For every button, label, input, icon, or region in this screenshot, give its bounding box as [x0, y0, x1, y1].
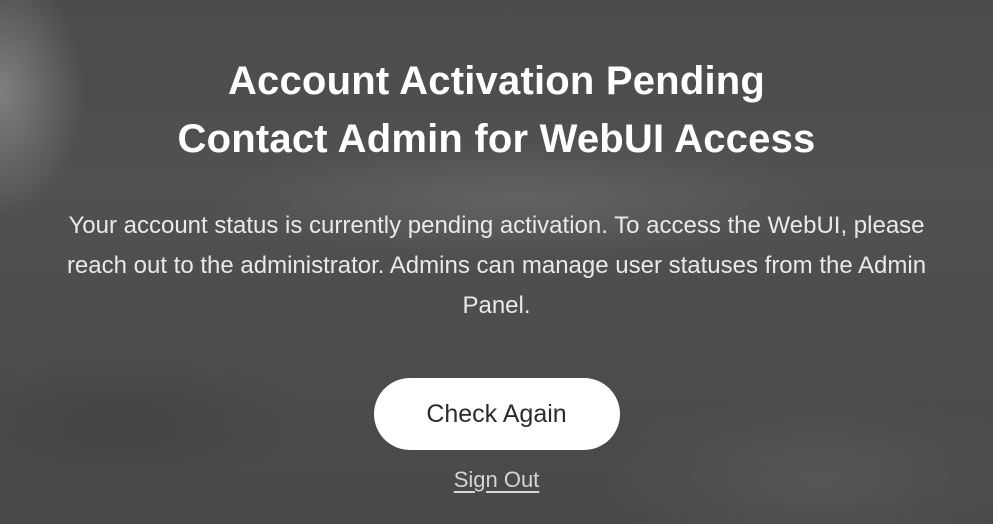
title-line-primary: Account Activation Pending: [227, 59, 766, 103]
page-title: Account Activation Pending Contact Admin…: [178, 52, 816, 168]
check-again-button[interactable]: Check Again: [373, 378, 620, 450]
title-line-secondary: Contact Admin for WebUI Access: [177, 117, 816, 161]
sign-out-link[interactable]: Sign Out: [454, 467, 540, 493]
pending-activation-panel: Account Activation Pending Contact Admin…: [0, 0, 993, 524]
status-message: Your account status is currently pending…: [66, 212, 927, 319]
